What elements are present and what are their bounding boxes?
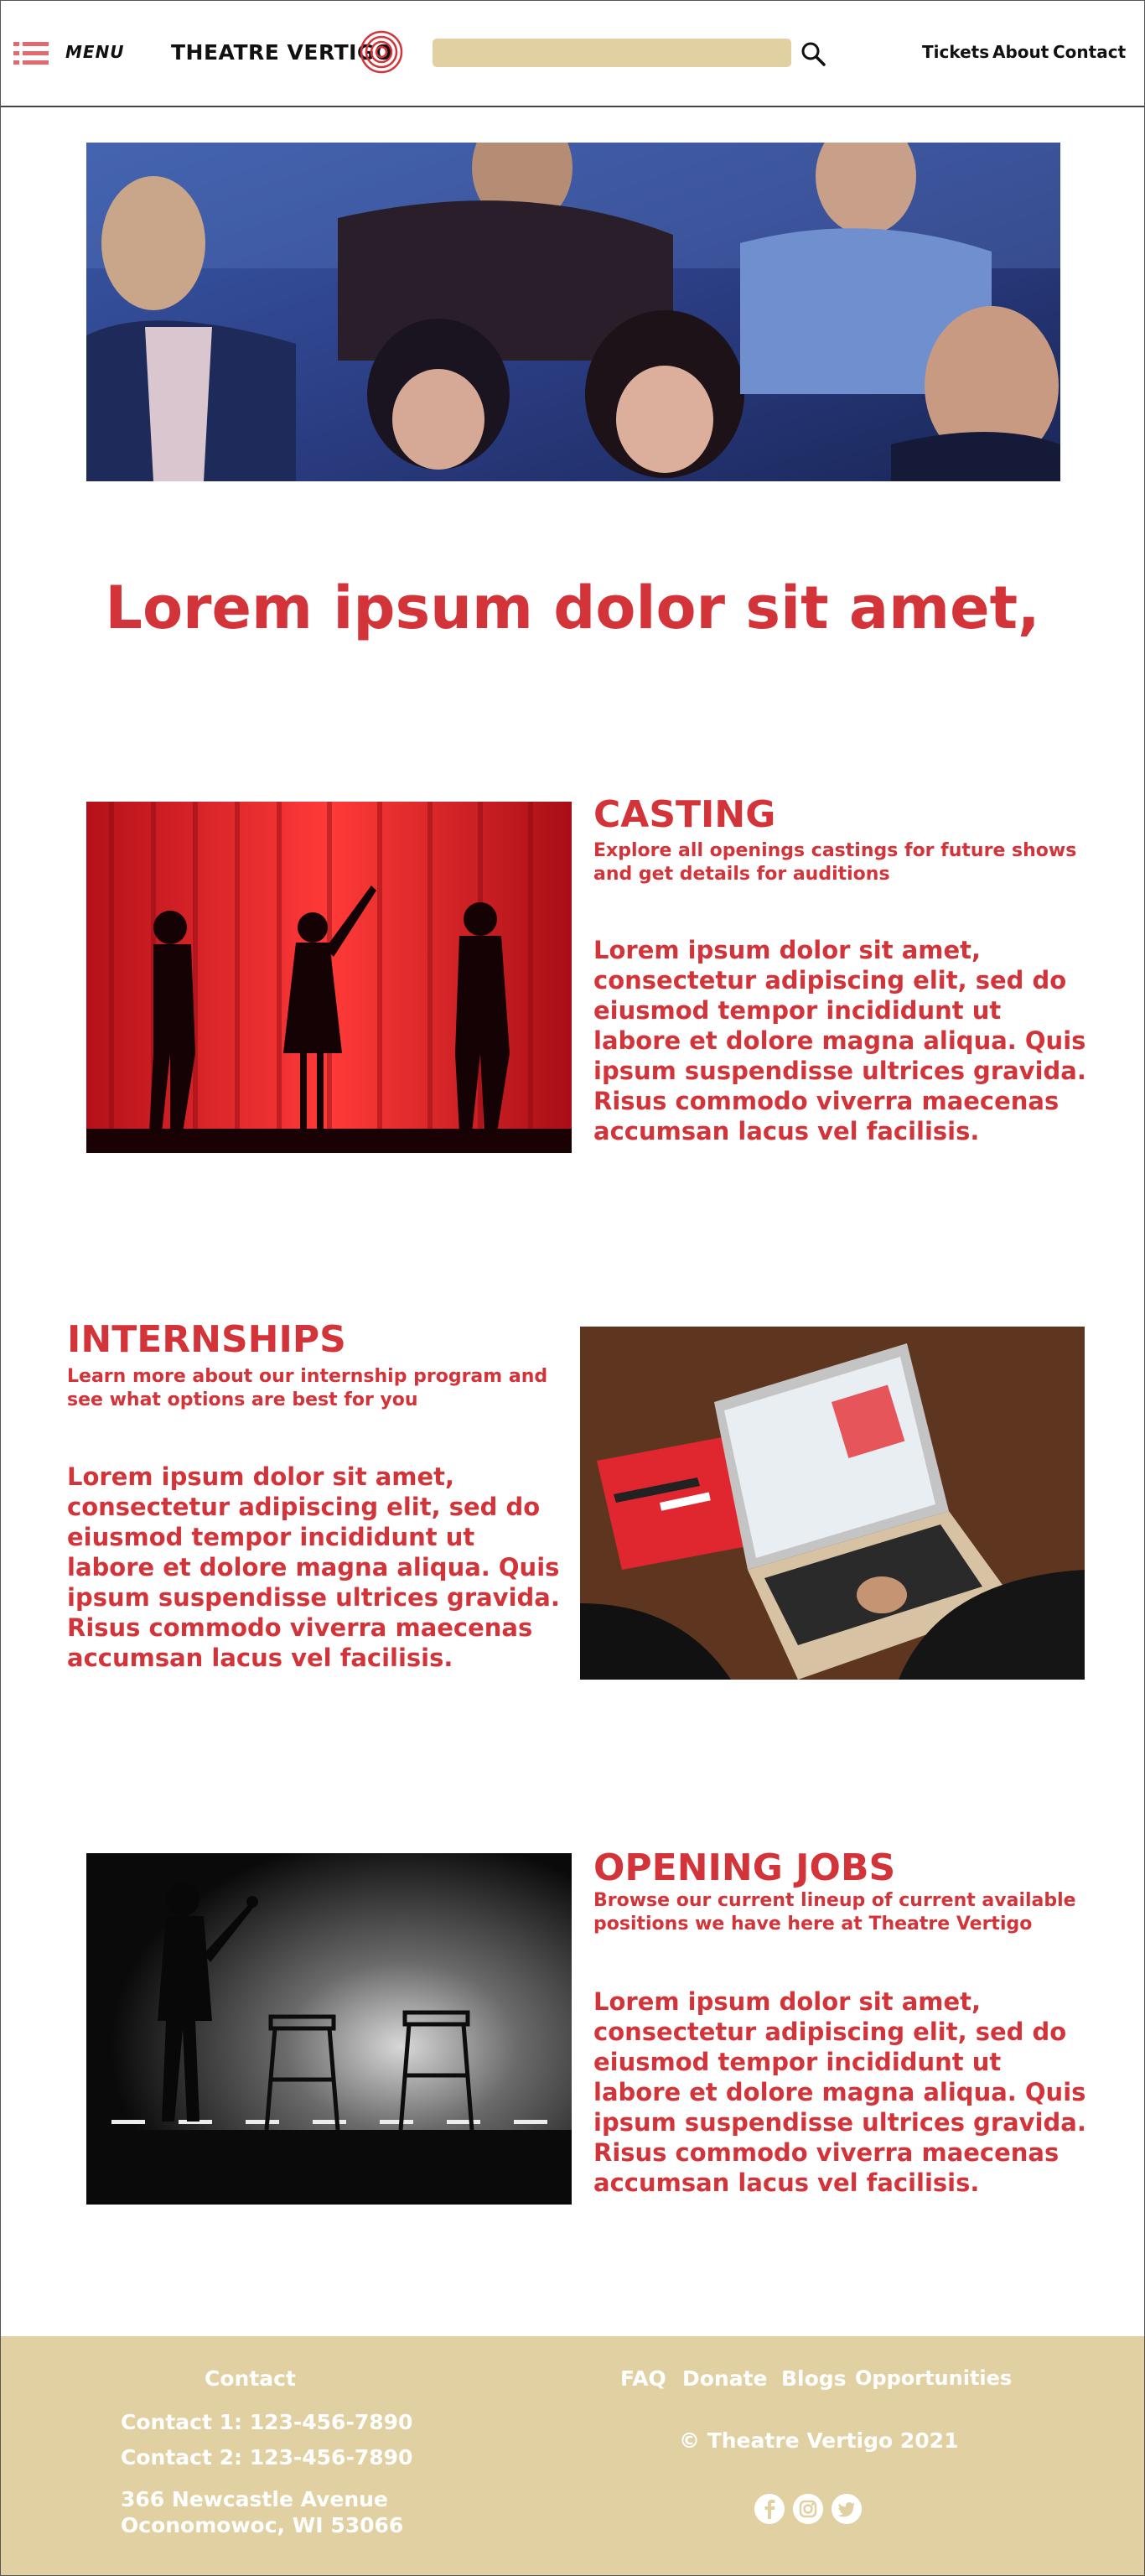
- opening-jobs-image: [86, 1853, 572, 2205]
- opening-jobs-title: OPENING JOBS: [593, 1846, 896, 1889]
- instagram-icon[interactable]: [793, 2494, 823, 2524]
- footer-link-opportunities[interactable]: Opportunities: [855, 2366, 1012, 2390]
- facebook-icon[interactable]: [754, 2494, 785, 2524]
- menu-label[interactable]: MENU: [65, 42, 125, 62]
- footer-contact-2: Contact 2: 123-456-7890: [121, 2445, 413, 2470]
- casting-image: [86, 802, 572, 1153]
- opening-jobs-body: Lorem ipsum dolor sit amet, consectetur …: [593, 1987, 1086, 2197]
- internships-subtitle: Learn more about our internship program …: [67, 1366, 548, 1411]
- menu-icon[interactable]: [13, 40, 49, 67]
- nav-about[interactable]: About: [992, 42, 1049, 62]
- page-headline: Lorem ipsum dolor sit amet,: [105, 574, 1040, 642]
- casting-subtitle: Explore all openings castings for future…: [593, 840, 1077, 886]
- footer-link-blogs[interactable]: Blogs: [781, 2366, 847, 2391]
- internships-image: [580, 1327, 1085, 1680]
- footer-contact-1: Contact 1: 123-456-7890: [121, 2410, 413, 2434]
- nav-tickets[interactable]: Tickets: [922, 42, 989, 62]
- logo-spiral-icon: [360, 30, 402, 74]
- footer-copyright: © Theatre Vertigo 2021: [679, 2428, 959, 2453]
- search-input[interactable]: [433, 39, 791, 67]
- site-header: MENU THEATRE VERTIGO Tickets About Conta…: [0, 0, 1145, 107]
- hero-image: [86, 143, 1060, 481]
- search-icon[interactable]: [800, 40, 826, 67]
- footer-link-donate[interactable]: Donate: [682, 2366, 768, 2391]
- casting-title: CASTING: [593, 793, 776, 836]
- internships-title: INTERNSHIPS: [67, 1318, 346, 1361]
- opening-jobs-subtitle: Browse our current lineup of current ava…: [593, 1890, 1076, 1935]
- footer-address-line1: 366 Newcastle Avenue: [121, 2487, 388, 2511]
- casting-body: Lorem ipsum dolor sit amet, consectetur …: [593, 936, 1086, 1145]
- internships-body: Lorem ipsum dolor sit amet, consectetur …: [67, 1462, 560, 1672]
- site-logo[interactable]: THEATRE VERTIGO: [171, 29, 437, 75]
- footer-link-faq[interactable]: FAQ: [620, 2366, 666, 2391]
- footer-contact-heading: Contact: [205, 2366, 296, 2391]
- twitter-icon[interactable]: [832, 2494, 862, 2524]
- footer-address-line2: Oconomowoc, WI 53066: [121, 2513, 404, 2537]
- nav-contact[interactable]: Contact: [1053, 42, 1126, 62]
